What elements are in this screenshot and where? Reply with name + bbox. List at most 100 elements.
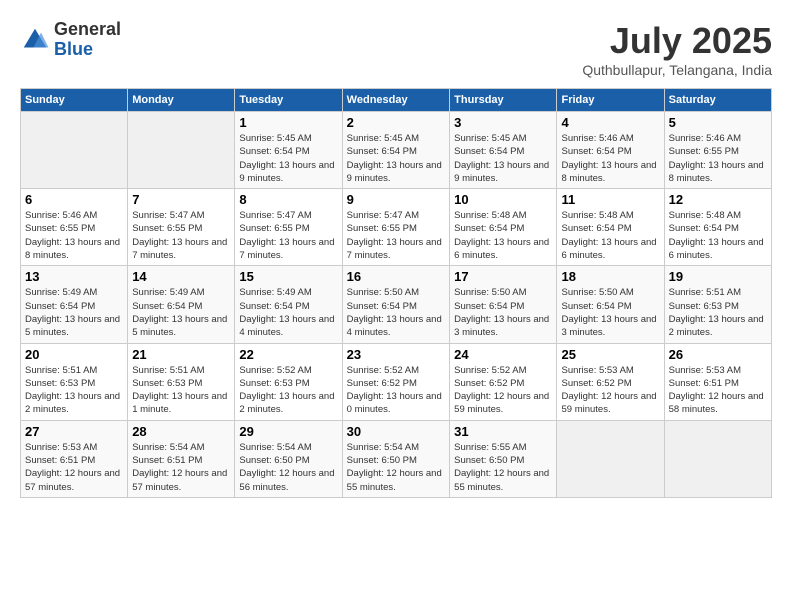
day-cell: 20Sunrise: 5:51 AM Sunset: 6:53 PM Dayli… <box>21 343 128 420</box>
day-cell: 31Sunrise: 5:55 AM Sunset: 6:50 PM Dayli… <box>450 420 557 497</box>
day-number: 17 <box>454 269 552 284</box>
day-info: Sunrise: 5:51 AM Sunset: 6:53 PM Dayligh… <box>132 364 230 417</box>
week-row-1: 6 Sunrise: 5:46 AM Sunset: 6:55 PM Daylig… <box>21 189 772 266</box>
day-cell: 22 Sunrise: 5:52 AM Sunset: 6:53 PM Dayli… <box>235 343 342 420</box>
day-cell: 12Sunrise: 5:48 AM Sunset: 6:54 PM Dayli… <box>664 189 771 266</box>
logo-blue: Blue <box>54 40 121 60</box>
header-row: SundayMondayTuesdayWednesdayThursdayFrid… <box>21 89 772 112</box>
week-row-3: 20Sunrise: 5:51 AM Sunset: 6:53 PM Dayli… <box>21 343 772 420</box>
day-info: Sunrise: 5:49 AM Sunset: 6:54 PM Dayligh… <box>25 286 123 339</box>
day-cell: 15Sunrise: 5:49 AM Sunset: 6:54 PM Dayli… <box>235 266 342 343</box>
day-number: 9 <box>347 192 445 207</box>
calendar-body: 1Sunrise: 5:45 AM Sunset: 6:54 PM Daylig… <box>21 112 772 498</box>
day-number: 14 <box>132 269 230 284</box>
day-info: Sunrise: 5:50 AM Sunset: 6:54 PM Dayligh… <box>561 286 659 339</box>
day-number: 25 <box>561 347 659 362</box>
day-info: Sunrise: 5:51 AM Sunset: 6:53 PM Dayligh… <box>669 286 767 339</box>
day-number: 19 <box>669 269 767 284</box>
day-info: Sunrise: 5:54 AM Sunset: 6:50 PM Dayligh… <box>239 441 337 494</box>
day-number: 27 <box>25 424 123 439</box>
day-cell: 6 Sunrise: 5:46 AM Sunset: 6:55 PM Daylig… <box>21 189 128 266</box>
day-cell: 4Sunrise: 5:46 AM Sunset: 6:54 PM Daylig… <box>557 112 664 189</box>
day-number: 6 <box>25 192 123 207</box>
header-cell-sunday: Sunday <box>21 89 128 112</box>
week-row-2: 13Sunrise: 5:49 AM Sunset: 6:54 PM Dayli… <box>21 266 772 343</box>
day-cell: 28 Sunrise: 5:54 AM Sunset: 6:51 PM Dayli… <box>128 420 235 497</box>
calendar-table: SundayMondayTuesdayWednesdayThursdayFrid… <box>20 88 772 498</box>
header-cell-wednesday: Wednesday <box>342 89 449 112</box>
day-cell <box>664 420 771 497</box>
day-info: Sunrise: 5:48 AM Sunset: 6:54 PM Dayligh… <box>561 209 659 262</box>
day-cell <box>21 112 128 189</box>
day-cell: 19 Sunrise: 5:51 AM Sunset: 6:53 PM Dayli… <box>664 266 771 343</box>
day-info: Sunrise: 5:45 AM Sunset: 6:54 PM Dayligh… <box>347 132 445 185</box>
day-cell: 24 Sunrise: 5:52 AM Sunset: 6:52 PM Dayli… <box>450 343 557 420</box>
header-cell-thursday: Thursday <box>450 89 557 112</box>
day-cell: 14 Sunrise: 5:49 AM Sunset: 6:54 PM Dayli… <box>128 266 235 343</box>
day-info: Sunrise: 5:46 AM Sunset: 6:54 PM Dayligh… <box>561 132 659 185</box>
calendar-header: SundayMondayTuesdayWednesdayThursdayFrid… <box>21 89 772 112</box>
logo: General Blue <box>20 20 121 60</box>
day-cell: 7 Sunrise: 5:47 AM Sunset: 6:55 PM Daylig… <box>128 189 235 266</box>
day-info: Sunrise: 5:49 AM Sunset: 6:54 PM Dayligh… <box>132 286 230 339</box>
day-info: Sunrise: 5:50 AM Sunset: 6:54 PM Dayligh… <box>454 286 552 339</box>
day-cell: 11 Sunrise: 5:48 AM Sunset: 6:54 PM Dayli… <box>557 189 664 266</box>
day-info: Sunrise: 5:53 AM Sunset: 6:51 PM Dayligh… <box>669 364 767 417</box>
day-number: 7 <box>132 192 230 207</box>
day-number: 11 <box>561 192 659 207</box>
day-info: Sunrise: 5:46 AM Sunset: 6:55 PM Dayligh… <box>25 209 123 262</box>
day-number: 28 <box>132 424 230 439</box>
day-number: 10 <box>454 192 552 207</box>
day-info: Sunrise: 5:47 AM Sunset: 6:55 PM Dayligh… <box>239 209 337 262</box>
day-info: Sunrise: 5:51 AM Sunset: 6:53 PM Dayligh… <box>25 364 123 417</box>
day-cell: 27 Sunrise: 5:53 AM Sunset: 6:51 PM Dayli… <box>21 420 128 497</box>
day-info: Sunrise: 5:52 AM Sunset: 6:52 PM Dayligh… <box>454 364 552 417</box>
day-info: Sunrise: 5:46 AM Sunset: 6:55 PM Dayligh… <box>669 132 767 185</box>
week-row-0: 1Sunrise: 5:45 AM Sunset: 6:54 PM Daylig… <box>21 112 772 189</box>
day-number: 12 <box>669 192 767 207</box>
day-cell: 5 Sunrise: 5:46 AM Sunset: 6:55 PM Daylig… <box>664 112 771 189</box>
logo-general: General <box>54 20 121 40</box>
day-number: 3 <box>454 115 552 130</box>
header-cell-tuesday: Tuesday <box>235 89 342 112</box>
day-cell: 30Sunrise: 5:54 AM Sunset: 6:50 PM Dayli… <box>342 420 449 497</box>
day-cell <box>128 112 235 189</box>
header-cell-monday: Monday <box>128 89 235 112</box>
day-number: 5 <box>669 115 767 130</box>
day-cell: 13Sunrise: 5:49 AM Sunset: 6:54 PM Dayli… <box>21 266 128 343</box>
month-title: July 2025 <box>582 20 772 62</box>
header-cell-saturday: Saturday <box>664 89 771 112</box>
page-header: General Blue July 2025 Quthbullapur, Tel… <box>20 20 772 78</box>
day-number: 24 <box>454 347 552 362</box>
day-number: 8 <box>239 192 337 207</box>
day-number: 29 <box>239 424 337 439</box>
day-cell: 3 Sunrise: 5:45 AM Sunset: 6:54 PM Daylig… <box>450 112 557 189</box>
day-cell: 10Sunrise: 5:48 AM Sunset: 6:54 PM Dayli… <box>450 189 557 266</box>
day-number: 21 <box>132 347 230 362</box>
day-number: 2 <box>347 115 445 130</box>
day-info: Sunrise: 5:52 AM Sunset: 6:53 PM Dayligh… <box>239 364 337 417</box>
day-cell: 2 Sunrise: 5:45 AM Sunset: 6:54 PM Daylig… <box>342 112 449 189</box>
day-cell: 18 Sunrise: 5:50 AM Sunset: 6:54 PM Dayli… <box>557 266 664 343</box>
day-number: 30 <box>347 424 445 439</box>
day-cell: 8 Sunrise: 5:47 AM Sunset: 6:55 PM Daylig… <box>235 189 342 266</box>
day-cell: 26 Sunrise: 5:53 AM Sunset: 6:51 PM Dayli… <box>664 343 771 420</box>
day-cell: 21 Sunrise: 5:51 AM Sunset: 6:53 PM Dayli… <box>128 343 235 420</box>
day-info: Sunrise: 5:52 AM Sunset: 6:52 PM Dayligh… <box>347 364 445 417</box>
day-number: 26 <box>669 347 767 362</box>
day-number: 18 <box>561 269 659 284</box>
day-info: Sunrise: 5:54 AM Sunset: 6:51 PM Dayligh… <box>132 441 230 494</box>
day-info: Sunrise: 5:45 AM Sunset: 6:54 PM Dayligh… <box>454 132 552 185</box>
day-info: Sunrise: 5:45 AM Sunset: 6:54 PM Dayligh… <box>239 132 337 185</box>
day-info: Sunrise: 5:53 AM Sunset: 6:51 PM Dayligh… <box>25 441 123 494</box>
header-cell-friday: Friday <box>557 89 664 112</box>
logo-icon <box>20 25 50 55</box>
day-info: Sunrise: 5:47 AM Sunset: 6:55 PM Dayligh… <box>132 209 230 262</box>
day-info: Sunrise: 5:50 AM Sunset: 6:54 PM Dayligh… <box>347 286 445 339</box>
day-cell: 1Sunrise: 5:45 AM Sunset: 6:54 PM Daylig… <box>235 112 342 189</box>
day-cell: 16Sunrise: 5:50 AM Sunset: 6:54 PM Dayli… <box>342 266 449 343</box>
day-number: 22 <box>239 347 337 362</box>
day-info: Sunrise: 5:55 AM Sunset: 6:50 PM Dayligh… <box>454 441 552 494</box>
logo-text: General Blue <box>54 20 121 60</box>
week-row-4: 27 Sunrise: 5:53 AM Sunset: 6:51 PM Dayli… <box>21 420 772 497</box>
